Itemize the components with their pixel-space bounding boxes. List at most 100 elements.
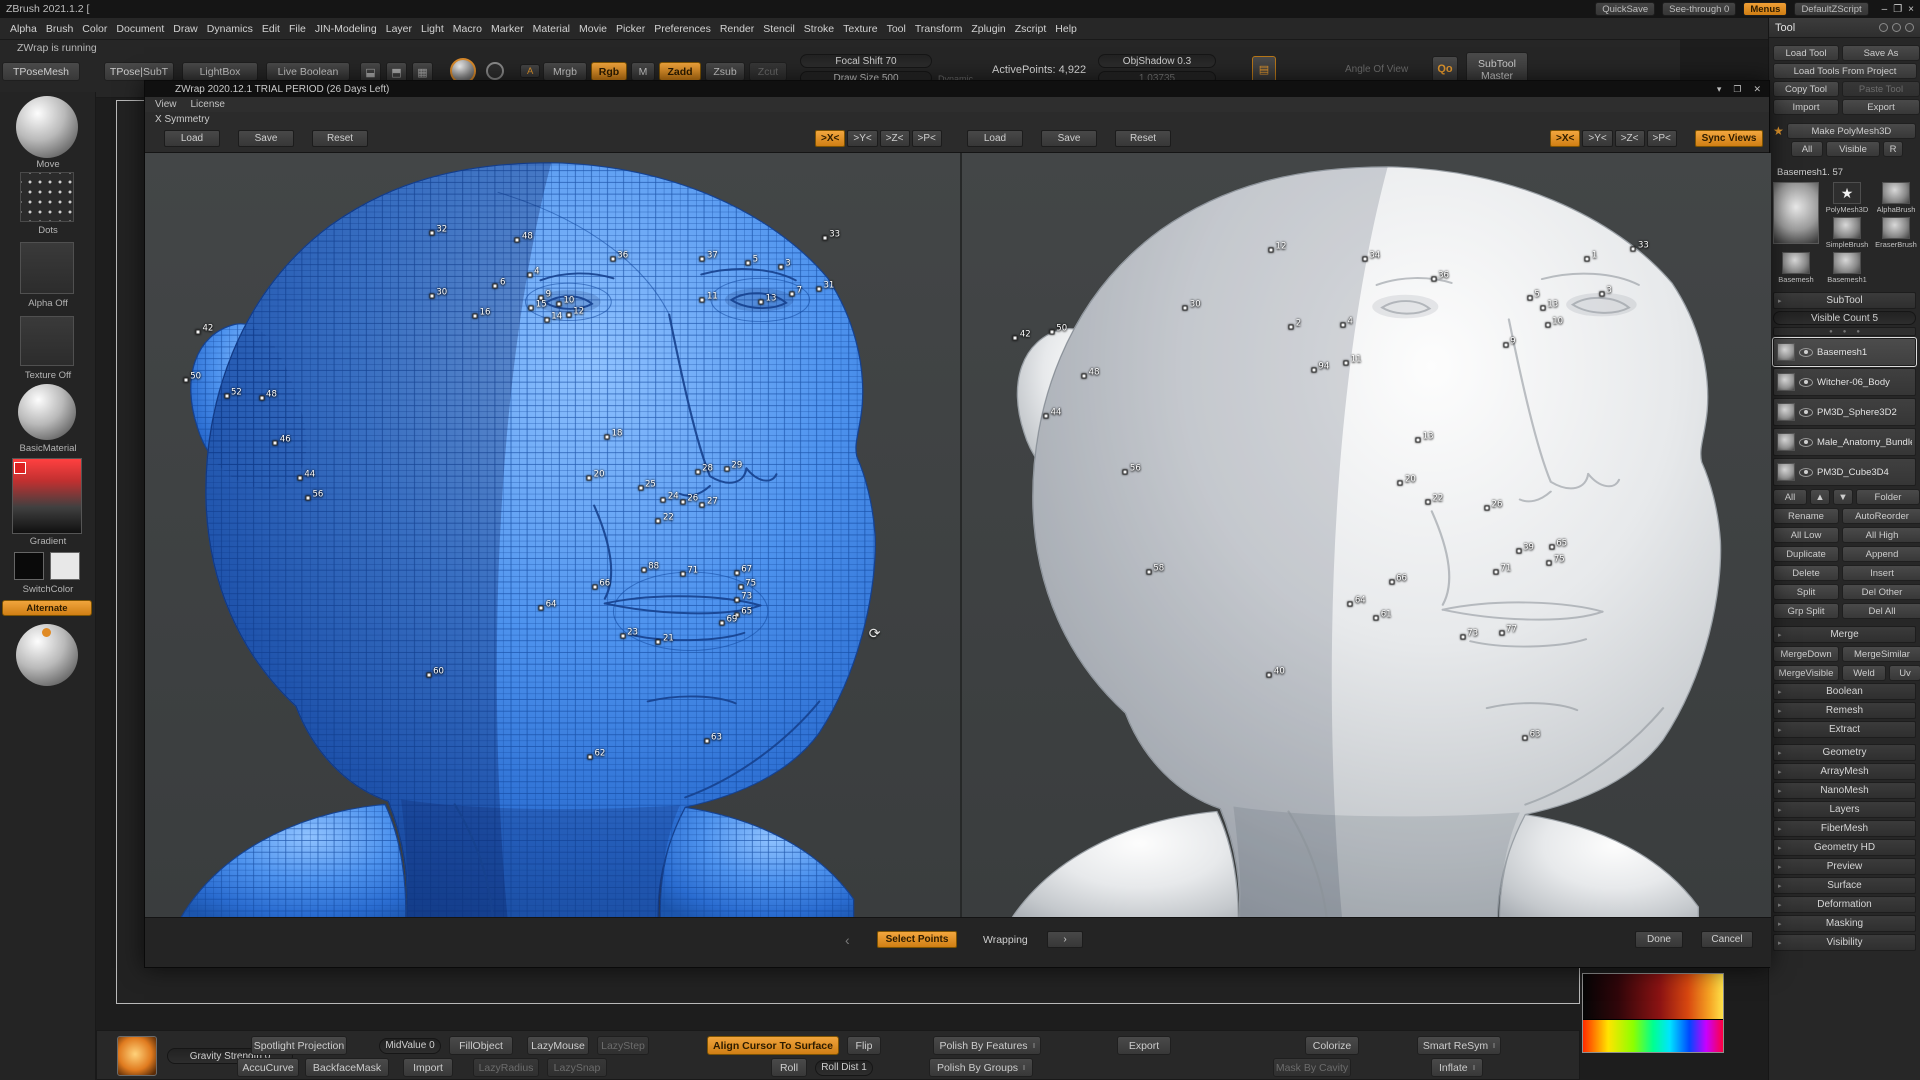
visible-count-slider[interactable]: Visible Count 5 — [1773, 311, 1916, 325]
correspondence-point[interactable]: 39 — [1516, 548, 1521, 553]
zwrap-close-icon[interactable]: ✕ — [1753, 84, 1761, 95]
section-nanomesh[interactable]: ▸NanoMesh — [1773, 782, 1916, 799]
menu-transform[interactable]: Transform — [915, 23, 962, 35]
active-color-swatch[interactable] — [14, 462, 26, 474]
section-visibility[interactable]: ▸Visibility — [1773, 934, 1916, 951]
menu-stroke[interactable]: Stroke — [804, 23, 834, 35]
subtool-section-header[interactable]: ▸ SubTool — [1773, 292, 1916, 309]
colorize-button[interactable]: Colorize — [1305, 1036, 1359, 1055]
polish-by-features-button[interactable]: Polish By Features — [933, 1036, 1041, 1055]
subtool-down-button[interactable]: ▼ — [1833, 489, 1853, 505]
section-extract[interactable]: ▸Extract — [1773, 721, 1916, 738]
inflate-button[interactable]: Inflate — [1431, 1058, 1483, 1077]
menu-jin-modeling[interactable]: JIN-Modeling — [315, 23, 377, 35]
window-maximize-icon[interactable]: ❐ — [1893, 4, 1902, 15]
axis-button-z[interactable]: >Z< — [1615, 130, 1645, 147]
lazyradius-button[interactable]: LazyRadius — [473, 1058, 539, 1077]
current-brush-thumbnail[interactable] — [16, 96, 78, 158]
correspondence-point[interactable]: 21 — [656, 640, 661, 645]
material-thumbnail[interactable] — [18, 384, 76, 440]
recent-tool-basemesh1[interactable]: Basemesh1 — [1824, 252, 1870, 284]
secondary-color-swatch[interactable] — [50, 552, 80, 580]
section-surface[interactable]: ▸Surface — [1773, 877, 1916, 894]
correspondence-point[interactable]: 42 — [195, 330, 200, 335]
menu-render[interactable]: Render — [720, 23, 754, 35]
subtool-up-button[interactable]: ▲ — [1810, 489, 1830, 505]
correspondence-point[interactable]: 31 — [817, 287, 822, 292]
menu-material[interactable]: Material — [533, 23, 570, 35]
correspondence-point[interactable]: 66 — [1389, 579, 1394, 584]
correspondence-point[interactable]: 10 — [557, 301, 562, 306]
correspondence-point[interactable]: 52 — [224, 393, 229, 398]
correspondence-point[interactable]: 56 — [306, 495, 311, 500]
axis-button-y[interactable]: >Y< — [1582, 130, 1612, 147]
axis-button-p[interactable]: >P< — [912, 130, 942, 147]
load-tool-button[interactable]: Load Tool — [1773, 45, 1839, 61]
menu-zplugin[interactable]: Zplugin — [971, 23, 1005, 35]
subtool-row-pm3d-cube3d4[interactable]: PM3D_Cube3D4 — [1773, 458, 1916, 486]
section-remesh[interactable]: ▸Remesh — [1773, 702, 1916, 719]
subtool-row-pm3d-sphere3d2[interactable]: PM3D_Sphere3D2 — [1773, 398, 1916, 426]
lazymouse-button[interactable]: LazyMouse — [527, 1036, 589, 1055]
correspondence-point[interactable]: 13 — [759, 299, 764, 304]
section-deformation[interactable]: ▸Deformation — [1773, 896, 1916, 913]
menu-layer[interactable]: Layer — [386, 23, 412, 35]
correspondence-point[interactable]: 30 — [429, 294, 434, 299]
palette-circle-icon[interactable] — [1905, 23, 1914, 32]
export-button[interactable]: Export — [1117, 1036, 1171, 1055]
wrapping-tab[interactable]: Wrapping — [983, 934, 1028, 946]
correspondence-point[interactable]: 67 — [734, 570, 739, 575]
correspondence-point[interactable]: 14 — [544, 317, 549, 322]
zwrap-viewport-target[interactable]: 1234361333024513342509411910484456132022… — [962, 153, 1771, 919]
goz-all-button[interactable]: All — [1791, 141, 1823, 157]
correspondence-point[interactable]: 2 — [1289, 324, 1294, 329]
correspondence-point[interactable]: 42 — [1013, 336, 1018, 341]
correspondence-point[interactable]: 3 — [1599, 291, 1604, 296]
correspondence-point[interactable]: 26 — [1485, 505, 1490, 510]
section-fibermesh[interactable]: ▸FiberMesh — [1773, 820, 1916, 837]
menu-help[interactable]: Help — [1055, 23, 1077, 35]
smart-resym-button[interactable]: Smart ReSym — [1417, 1036, 1501, 1055]
eye-icon[interactable] — [1799, 468, 1813, 477]
correspondence-point[interactable]: 48 — [1082, 373, 1087, 378]
correspondence-point[interactable]: 62 — [587, 755, 592, 760]
correspondence-point[interactable]: 6 — [493, 283, 498, 288]
goz-r-button[interactable]: R — [1883, 141, 1903, 157]
palette-circle-icon[interactable] — [1892, 23, 1901, 32]
subtool-folder-button[interactable]: Folder — [1856, 489, 1920, 505]
palette-circle-icon[interactable] — [1879, 23, 1888, 32]
correspondence-point[interactable]: 15 — [529, 306, 534, 311]
import-tool-button[interactable]: Import — [1773, 99, 1839, 115]
correspondence-point[interactable]: 77 — [1499, 630, 1504, 635]
eye-icon[interactable] — [1799, 408, 1813, 417]
midvalue-0-slider[interactable]: MidValue 0 — [379, 1038, 441, 1054]
correspondence-point[interactable]: 88 — [641, 567, 646, 572]
roll-dist-1-slider[interactable]: Roll Dist 1 — [815, 1060, 873, 1076]
axis-button-p[interactable]: >P< — [1647, 130, 1677, 147]
grp-split-button[interactable]: Grp Split — [1773, 603, 1839, 619]
rgb-button[interactable]: Rgb — [591, 62, 627, 81]
eye-icon[interactable] — [1799, 378, 1813, 387]
mrgb-button[interactable]: Mrgb — [543, 62, 587, 81]
recent-tool-alphabrush[interactable]: AlphaBrush — [1873, 182, 1919, 214]
tpose-mesh-button[interactable]: TPoseMesh — [2, 62, 80, 81]
lazystep-button[interactable]: LazyStep — [597, 1036, 649, 1055]
correspondence-point[interactable]: 73 — [1460, 635, 1465, 640]
correspondence-point[interactable]: 4 — [527, 272, 532, 277]
correspondence-point[interactable]: 10 — [1545, 322, 1550, 327]
m-button[interactable]: M — [631, 62, 655, 81]
menus-button[interactable]: Menus — [1743, 2, 1787, 16]
correspondence-point[interactable]: 50 — [183, 377, 188, 382]
quicksave-button[interactable]: QuickSave — [1595, 2, 1655, 16]
spotlight-doc-icon[interactable]: ▤ — [1252, 56, 1276, 83]
lightbox-button[interactable]: LightBox — [182, 62, 258, 81]
correspondence-point[interactable]: 13 — [1416, 438, 1421, 443]
correspondence-point[interactable]: 25 — [638, 485, 643, 490]
alpha-thumbnail[interactable] — [20, 242, 74, 294]
a-chip[interactable]: A — [520, 64, 540, 78]
autoreorder-button[interactable]: AutoReorder — [1842, 508, 1920, 524]
correspondence-point[interactable]: 63 — [704, 739, 709, 744]
axis-button-x[interactable]: >X< — [815, 130, 845, 147]
menu-document[interactable]: Document — [116, 23, 164, 35]
select-points-tab[interactable]: Select Points — [877, 931, 957, 948]
